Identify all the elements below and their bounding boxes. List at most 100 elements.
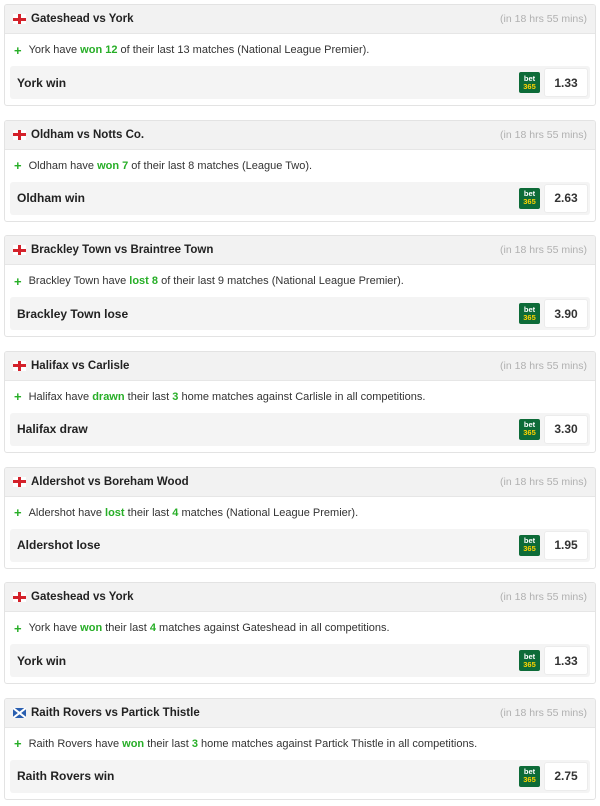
plus-icon: + (14, 389, 22, 405)
stat-line: + Raith Rovers have won their last 3 home… (5, 728, 595, 760)
bookmaker-logo[interactable]: bet 365 (519, 765, 540, 787)
stat-fragment: home matches against Carlisle in all com… (178, 390, 426, 403)
bookmaker-logo[interactable]: bet 365 (519, 303, 540, 325)
stat-fragment: their last (124, 390, 173, 403)
plus-icon: + (14, 42, 22, 58)
odds-button[interactable]: 1.33 (544, 68, 588, 97)
selection-row[interactable]: York win bet 365 1.33 (10, 66, 590, 99)
selection-label: Halifax draw (17, 422, 88, 437)
kickoff-time: (in 18 hrs 55 mins) (500, 244, 587, 257)
stat-highlight: won (122, 737, 145, 750)
match-title[interactable]: Raith Rovers vs Partick Thistle (31, 707, 500, 719)
stat-fragment: York have (28, 44, 81, 56)
stat-line: + York have won 12 of their last 13 match… (5, 34, 595, 66)
match-header[interactable]: Raith Rovers vs Partick Thistle (in 18 hr… (5, 698, 595, 728)
match-title[interactable]: Gateshead vs York (31, 13, 500, 25)
stat-text: York have won their last 4 matches again… (29, 622, 390, 634)
plus-icon: + (14, 273, 22, 289)
stat-fragment: Halifax have (28, 390, 93, 403)
stat-line: + Aldershot have lost their last 4 matche… (5, 497, 595, 529)
stat-highlight: lost 8 (129, 275, 159, 288)
selection-label: Oldham win (17, 191, 86, 206)
plus-icon: + (14, 620, 22, 636)
stat-fragment: Brackley Town have (28, 275, 130, 288)
selection-label: Brackley Town lose (17, 306, 129, 321)
kickoff-time: (in 18 hrs 55 mins) (500, 359, 587, 372)
stat-text: Halifax have drawn their last 3 home mat… (29, 391, 426, 403)
match-header[interactable]: Brackley Town vs Braintree Town (in 18 hr… (5, 236, 595, 266)
stat-highlight: won (80, 622, 103, 635)
selection-label: Aldershot lose (17, 538, 101, 553)
match-title[interactable]: Gateshead vs York (31, 591, 500, 603)
plus-icon: + (14, 736, 22, 752)
stat-fragment: their last (144, 737, 192, 750)
kickoff-time: (in 18 hrs 55 mins) (500, 591, 587, 604)
stat-highlight: won 7 (97, 159, 129, 172)
stat-fragment: Raith Rovers have (28, 737, 123, 750)
bookmaker-logo[interactable]: bet 365 (519, 72, 540, 93)
bookmaker-logo-text: 365 (523, 775, 536, 785)
stat-fragment: of their last 9 matches (National League… (158, 275, 404, 288)
stat-fragment: matches (National League Premier). (178, 506, 359, 519)
stat-highlight: drawn (92, 390, 125, 403)
tip-card: Brackley Town vs Braintree Town (in 18 hr… (4, 235, 596, 338)
stat-fragment: Aldershot have (28, 506, 106, 519)
stat-text: Oldham have won 7 of their last 8 matche… (29, 160, 313, 172)
match-title[interactable]: Aldershot vs Boreham Wood (31, 476, 500, 488)
bookmaker-logo-text: 365 (523, 197, 536, 207)
tip-card: Raith Rovers vs Partick Thistle (in 18 hr… (4, 697, 596, 800)
match-header[interactable]: Oldham vs Notts Co. (in 18 hrs 55 mins) (5, 120, 595, 150)
odds-button[interactable]: 1.95 (544, 530, 588, 560)
plus-icon: + (14, 158, 22, 174)
stat-fragment: matches against Gateshead in all competi… (155, 622, 390, 635)
stat-fragment: Oldham have (28, 159, 98, 172)
match-header[interactable]: Gateshead vs York (in 18 hrs 55 mins) (5, 583, 595, 613)
selection-label: York win (17, 653, 67, 668)
stat-text: York have won 12 of their last 13 matche… (29, 44, 370, 56)
stat-text: Raith Rovers have won their last 3 home … (29, 738, 478, 750)
england-flag-icon (13, 360, 26, 371)
bookmaker-logo-text: 365 (523, 544, 536, 554)
match-title[interactable]: Oldham vs Notts Co. (31, 129, 500, 141)
bookmaker-logo[interactable]: bet 365 (519, 418, 540, 440)
odds-button[interactable]: 1.33 (544, 646, 588, 676)
plus-icon: + (14, 505, 22, 521)
bookmaker-logo[interactable]: bet 365 (519, 187, 540, 209)
selection-row[interactable]: York win bet 365 1.33 (10, 644, 590, 678)
bookmaker-logo-text: 365 (523, 659, 536, 669)
bookmaker-logo-text: 365 (523, 428, 536, 438)
match-title[interactable]: Brackley Town vs Braintree Town (31, 244, 500, 256)
odds-button[interactable]: 2.63 (544, 183, 588, 213)
tip-card: Aldershot vs Boreham Wood (in 18 hrs 55 m… (4, 466, 596, 569)
selection-label: Raith Rovers win (17, 769, 115, 784)
bookmaker-logo[interactable]: bet 365 (519, 650, 540, 672)
bookmaker-logo[interactable]: bet 365 (519, 534, 540, 556)
selection-row[interactable]: Oldham win bet 365 2.63 (10, 181, 590, 215)
bookmaker-logo-text: 365 (523, 312, 536, 322)
england-flag-icon (13, 14, 26, 24)
match-header[interactable]: Halifax vs Carlisle (in 18 hrs 55 mins) (5, 351, 595, 381)
selection-row[interactable]: Aldershot lose bet 365 1.95 (10, 528, 590, 562)
match-header[interactable]: Aldershot vs Boreham Wood (in 18 hrs 55 m… (5, 467, 595, 497)
odds-button[interactable]: 2.75 (544, 761, 588, 791)
scotland-flag-icon (13, 707, 26, 718)
selection-row[interactable]: Raith Rovers win bet 365 2.75 (10, 759, 590, 793)
odds-button[interactable]: 3.30 (544, 414, 588, 444)
tip-card: Gateshead vs York (in 18 hrs 55 mins) + Yor… (4, 582, 596, 685)
stat-fragment: home matches against Partick Thistle in … (197, 737, 478, 750)
selection-label: York win (17, 75, 67, 90)
kickoff-time: (in 18 hrs 55 mins) (500, 475, 587, 488)
bookmaker-logo-text: 365 (523, 81, 536, 91)
match-title[interactable]: Halifax vs Carlisle (31, 360, 500, 372)
match-header[interactable]: Gateshead vs York (in 18 hrs 55 mins) (5, 5, 595, 34)
tip-card: Oldham vs Notts Co. (in 18 hrs 55 mins) + O… (4, 119, 596, 222)
stat-text: Aldershot have lost their last 4 matches… (29, 507, 359, 519)
stat-text: Brackley Town have lost 8 of their last … (29, 275, 404, 287)
england-flag-icon (13, 129, 26, 140)
odds-button[interactable]: 3.90 (544, 299, 588, 329)
england-flag-icon (13, 592, 26, 603)
stat-fragment: of their last 13 matches (National Leagu… (117, 44, 370, 56)
tip-card: Gateshead vs York (in 18 hrs 55 mins) + Yor… (4, 4, 596, 106)
selection-row[interactable]: Halifax draw bet 365 3.30 (10, 412, 590, 446)
selection-row[interactable]: Brackley Town lose bet 365 3.90 (10, 297, 590, 331)
